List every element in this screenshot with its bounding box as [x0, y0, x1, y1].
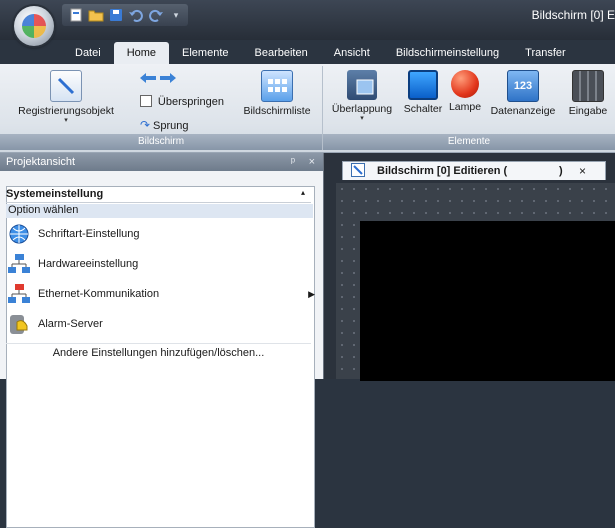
jump-arrow-icon: ↷	[140, 118, 151, 132]
screen-list-icon	[261, 70, 293, 102]
ribbon: Registrierungsobjekt ▾ Überspringen ↷ Sp…	[0, 64, 615, 153]
redo-icon[interactable]	[148, 8, 164, 22]
chevron-down-icon: ▾	[64, 117, 68, 124]
section-header-systemeinstellung[interactable]: Systemeinstellung ▴	[6, 188, 311, 203]
keypad-icon	[572, 70, 604, 102]
tab-bildschirmeinstellung[interactable]: Bildschirmeinstellung	[383, 42, 512, 64]
group-elemente: Überlappung ▾ Schalter Lampe 123 Datenan…	[323, 66, 615, 150]
lampe-label: Lampe	[448, 101, 482, 113]
list-item-ethernet[interactable]: Ethernet-Kommunikation ▶	[6, 280, 315, 308]
hardware-network-icon	[6, 252, 32, 276]
close-icon[interactable]: ×	[309, 153, 315, 171]
section-title: Systemeinstellung	[6, 188, 104, 200]
editor-tab-bar: Bildschirm [0] Editieren ( ) ×	[324, 159, 615, 180]
screen-object-icon	[50, 70, 82, 102]
ribbon-tabs: Datei Home Elemente Bearbeiten Ansicht B…	[62, 42, 579, 64]
group-bildschirm: Registrierungsobjekt ▾ Überspringen ↷ Sp…	[0, 66, 323, 150]
list-item-schriftart[interactable]: Schriftart-Einstellung	[6, 220, 311, 248]
sprung-button[interactable]: ↷ Sprung	[140, 118, 188, 132]
customize-toolbar-icon[interactable]: ▾	[168, 8, 184, 22]
lampe-button[interactable]: Lampe	[447, 70, 483, 113]
editor-tab-suffix: )	[559, 165, 563, 177]
eingabe-label: Eingabe	[568, 105, 608, 117]
collapse-icon[interactable]: ▴	[301, 188, 305, 197]
screen-drawing-area[interactable]	[360, 221, 615, 381]
new-file-icon[interactable]	[68, 8, 84, 22]
tab-ansicht[interactable]: Ansicht	[321, 42, 383, 64]
schalter-label: Schalter	[403, 103, 443, 115]
window-title: Bildschirm [0] E	[531, 8, 615, 22]
list-item-label: Alarm-Server	[38, 318, 103, 330]
list-item-alarm-server[interactable]: Alarm-Server	[6, 310, 311, 338]
list-item-label: Hardwareeinstellung	[38, 258, 139, 270]
application-menu-button[interactable]	[14, 6, 54, 46]
list-item-hardware[interactable]: Hardwareeinstellung	[6, 250, 311, 278]
data-display-icon: 123	[507, 70, 539, 102]
save-icon[interactable]	[108, 8, 124, 22]
registrierungsobjekt-button[interactable]: Registrierungsobjekt ▾	[2, 70, 130, 125]
tab-elemente[interactable]: Elemente	[169, 42, 241, 64]
open-folder-icon[interactable]	[88, 8, 104, 22]
close-tab-icon[interactable]: ×	[579, 162, 586, 180]
datenanzeige-button[interactable]: 123 Datenanzeige	[487, 70, 559, 117]
navigation-arrows-button[interactable]	[138, 70, 182, 89]
bildschirmliste-label: Bildschirmliste	[243, 105, 311, 117]
ueberlappung-label: Überlappung	[331, 103, 393, 115]
quick-access-toolbar: ▾	[62, 4, 188, 26]
list-item-label: Schriftart-Einstellung	[38, 228, 140, 240]
add-remove-settings-label: Andere Einstellungen hinzufügen/löschen.…	[52, 347, 265, 359]
editor-tab-title: Bildschirm [0] Editieren (	[377, 165, 508, 177]
datenanzeige-label: Datenanzeige	[490, 105, 556, 117]
project-panel-titlebar: Projektansicht ᵖ ×	[0, 153, 323, 171]
lamp-icon	[451, 70, 479, 98]
screen-edit-icon	[351, 163, 365, 183]
bildschirmliste-button[interactable]: Bildschirmliste	[236, 70, 318, 117]
ueberspringen-checkbox[interactable]: Überspringen	[140, 95, 224, 108]
project-view-panel: Projektansicht ᵖ × Systemeinstellung ▴ O…	[0, 153, 324, 528]
ueberspringen-label: Überspringen	[157, 96, 224, 108]
tab-transfer[interactable]: Transfer	[512, 42, 579, 64]
switch-icon	[408, 70, 438, 100]
option-select-row[interactable]: Option wählen	[6, 204, 313, 218]
submenu-arrow-icon: ▶	[308, 288, 315, 299]
add-remove-settings-link[interactable]: Andere Einstellungen hinzufügen/löschen.…	[6, 343, 311, 362]
tab-datei[interactable]: Datei	[62, 42, 114, 64]
alarm-server-icon	[6, 312, 32, 336]
group-title-bildschirm: Bildschirm	[0, 134, 322, 150]
title-bar: ▾ Bildschirm [0] E	[0, 0, 615, 40]
left-right-arrows-icon	[140, 73, 176, 83]
registrierungsobjekt-label: Registrierungsobjekt	[18, 105, 114, 117]
pin-icon[interactable]: ᵖ	[291, 153, 295, 171]
app-logo-icon	[22, 14, 46, 38]
ethernet-icon	[6, 282, 32, 306]
schalter-button[interactable]: Schalter	[401, 70, 445, 115]
list-item-label: Ethernet-Kommunikation	[38, 288, 160, 300]
checkbox-icon	[140, 95, 152, 107]
overlap-window-icon	[347, 70, 377, 100]
eingabe-button[interactable]: Eingabe	[561, 70, 615, 117]
chevron-down-icon: ▾	[360, 115, 364, 122]
globe-font-icon	[6, 222, 32, 246]
tab-screen-0-edit[interactable]: Bildschirm [0] Editieren ( ) ×	[342, 161, 606, 180]
ueberlappung-button[interactable]: Überlappung ▾	[327, 70, 397, 123]
sprung-label: Sprung	[152, 120, 189, 132]
screen-editor: Bildschirm [0] Editieren ( ) ×	[324, 153, 615, 381]
group-title-elemente: Elemente	[323, 134, 615, 150]
tab-home[interactable]: Home	[113, 42, 170, 64]
tab-bearbeiten[interactable]: Bearbeiten	[242, 42, 321, 64]
undo-icon[interactable]	[128, 8, 144, 22]
project-panel-title: Projektansicht	[6, 156, 76, 168]
